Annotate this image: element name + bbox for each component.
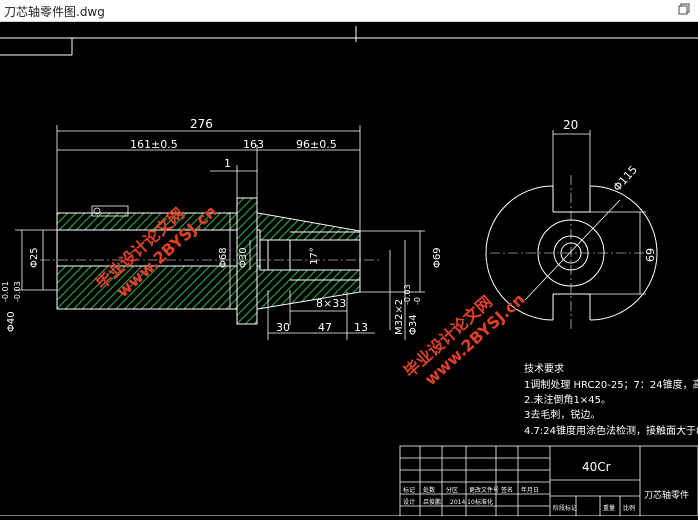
technical-notes: 技术要求 1调制处理 HRC20-25；7：24锥度，高频淬火。 2.未注倒角1… — [524, 362, 698, 437]
tb-scale: 比例 — [623, 504, 635, 512]
dim-side-d: Φ115 — [611, 163, 641, 194]
tb-label-date: 年月日 — [521, 486, 539, 494]
tb-design: 设计 — [403, 498, 415, 506]
dim-left: 161±0.5 — [130, 138, 178, 151]
window-title: 刀芯轴零件图.dwg — [4, 5, 105, 19]
dim-side-h: 69 — [644, 248, 657, 262]
window-titlebar: 刀芯轴零件图.dwg — [0, 0, 698, 22]
dim-d34-tol-bot: -0 — [413, 297, 422, 305]
dim-d40: Φ40 — [6, 311, 17, 332]
dim-right: 96±0.5 — [296, 138, 337, 151]
tb-label-doc: 更改文件号 — [469, 486, 499, 494]
dim-small: 1 — [224, 157, 231, 170]
dim-mid: 163 — [243, 138, 264, 151]
tb-design-date: 2014.10 — [450, 499, 475, 506]
part-name: 刀芯轴零件 — [644, 489, 689, 501]
material-label: 40Cr — [582, 460, 611, 474]
notes-heading: 技术要求 — [524, 362, 564, 375]
notes-line-3: 3去毛刺，锐边。 — [524, 408, 600, 421]
notes-line-1: 1调制处理 HRC20-25；7：24锥度，高频淬火。 — [524, 378, 698, 391]
tb-standard: 标准化 — [475, 498, 493, 506]
dim-b30: 30 — [276, 321, 290, 334]
dim-d69: Φ69 — [432, 247, 443, 268]
tb-stage: 阶段标记 — [553, 504, 577, 512]
dim-d34: Φ34 — [408, 314, 419, 335]
dim-d25: Φ25 — [29, 247, 40, 268]
tb-designer: 吕俊鹏 — [423, 498, 441, 506]
title-block — [399, 445, 698, 517]
dim-m32: M32×2 — [394, 299, 405, 335]
tb-label-zone: 分区 — [446, 486, 458, 494]
notes-line-2: 2.未注倒角1×45。 — [524, 393, 611, 406]
tb-label-count: 处数 — [423, 486, 435, 494]
dim-d68: Φ68 — [218, 247, 229, 268]
dim-d40-tol-bot: -0.03 — [13, 281, 22, 302]
dim-b13: 13 — [354, 321, 368, 334]
dim-b47: 47 — [318, 321, 332, 334]
dim-d30: Φ30 — [238, 247, 249, 268]
tb-weight: 重量 — [603, 504, 615, 512]
drawing-canvas[interactable]: 276 161±0.5 163 96±0.5 1 Φ25 Φ68 Φ30 17°… — [0, 22, 698, 517]
cad-drawing: 276 161±0.5 163 96±0.5 1 Φ25 Φ68 Φ30 17°… — [0, 26, 698, 517]
dim-d40-tol-top: -0.01 — [1, 281, 10, 302]
watermark-right: 毕业设计论文网 www.2BYSJ.cn — [400, 289, 529, 389]
dim-side-w: 20 — [563, 118, 578, 132]
dim-angle: 17° — [309, 247, 320, 265]
tb-label-sign: 签名 — [501, 486, 513, 494]
restore-icon[interactable] — [678, 3, 690, 15]
dim-thread: 8×33 — [316, 297, 346, 310]
dim-overall: 276 — [190, 117, 213, 131]
notes-line-4: 4.7:24锥度用涂色法检测，接触面大于80%，靠近大 — [524, 424, 698, 437]
tb-label-mark: 标记 — [403, 486, 415, 494]
